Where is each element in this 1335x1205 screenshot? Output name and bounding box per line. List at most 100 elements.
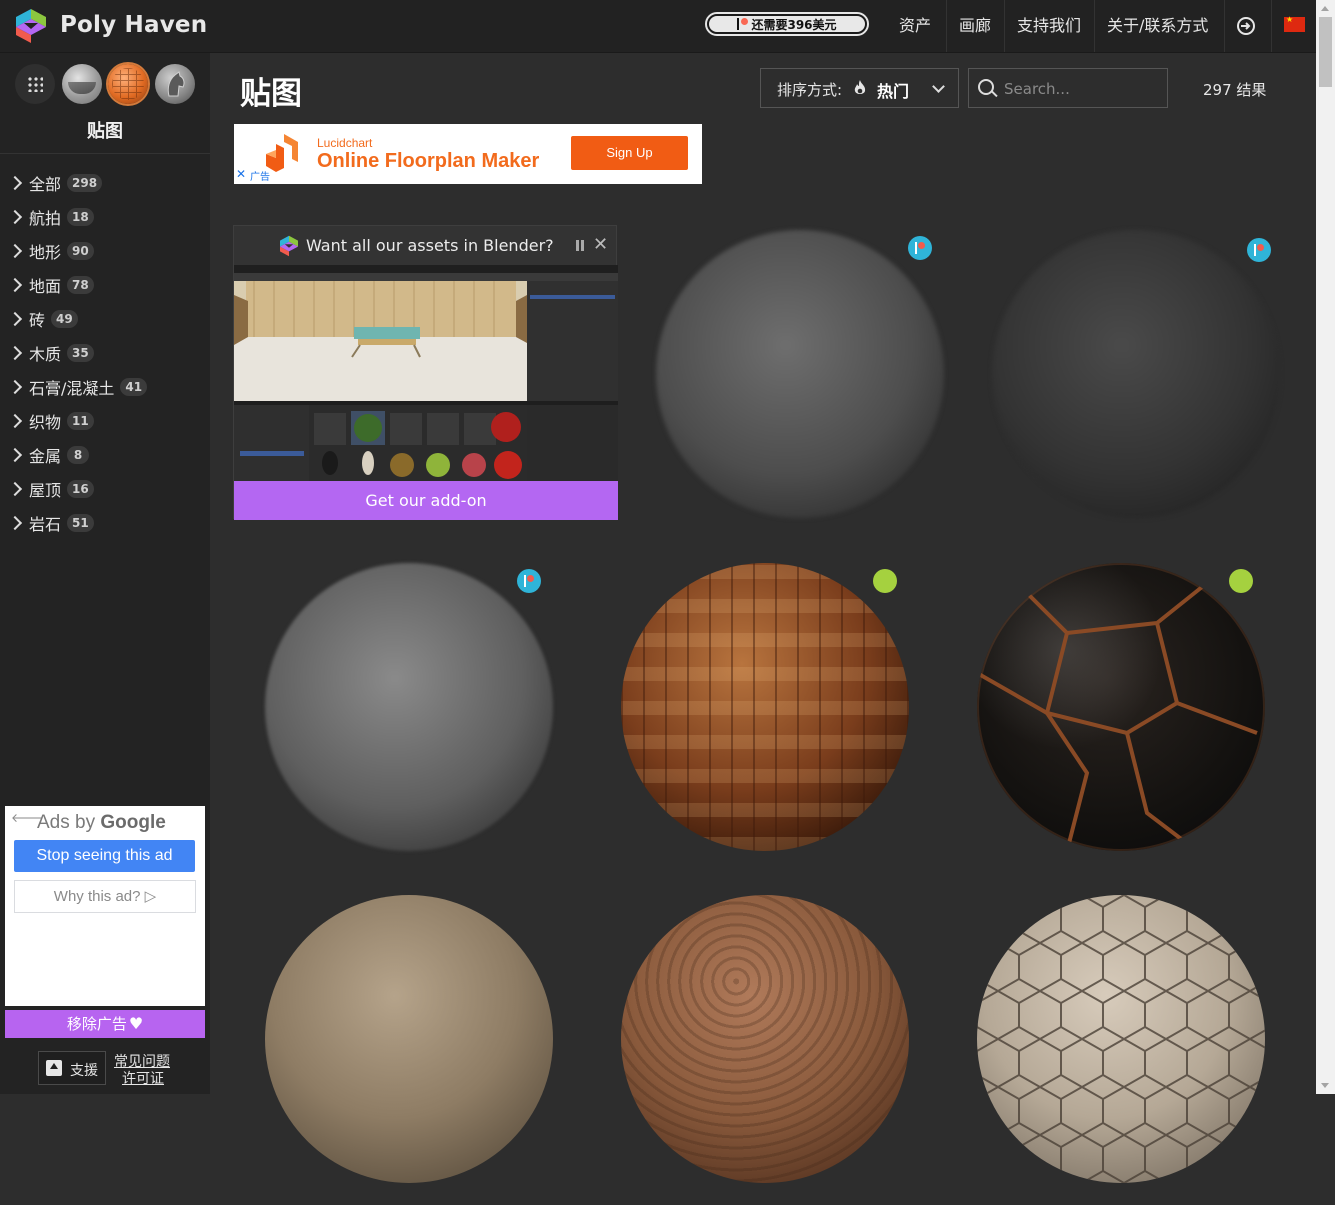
- search-icon: [978, 79, 994, 95]
- poly-haven-logo-icon[interactable]: [16, 9, 46, 43]
- category-count: 11: [67, 412, 94, 430]
- category-list: 全部 298 航拍 18 地形 90 地面 78 砖 49 木质 35 石膏/混凝土 41 织…: [0, 166, 210, 540]
- texture-sphere-image: [265, 895, 553, 1183]
- category-item-plaster-concrete[interactable]: 石膏/混凝土 41: [0, 370, 210, 404]
- search-input[interactable]: [1002, 77, 1166, 101]
- sidebar-title: 贴图: [87, 121, 123, 142]
- ad-close-icon[interactable]: ✕: [236, 167, 246, 181]
- patreon-progress-fill: 还需要396美元: [709, 16, 865, 32]
- scrollbar-thumb[interactable]: [1319, 17, 1332, 87]
- category-item-brick[interactable]: 砖 49: [0, 302, 210, 336]
- patreon-goal-text: 还需要396美元: [751, 17, 837, 32]
- upload-box-icon: [46, 1060, 62, 1076]
- license-link[interactable]: 许可证: [122, 1068, 164, 1088]
- category-item-metal[interactable]: 金属 8: [0, 438, 210, 472]
- horse-head-icon: [167, 71, 185, 97]
- page-scrollbar[interactable]: [1316, 0, 1335, 1094]
- top-bar: Poly Haven 还需要396美元 资产 画廊 支持我们 关于/联系方式: [0, 0, 1316, 53]
- category-count: 41: [120, 378, 148, 396]
- category-label: 地形: [29, 243, 62, 262]
- scroll-up-arrow-icon[interactable]: [1316, 0, 1335, 17]
- crack-pattern-image: [977, 581, 1258, 851]
- category-label: 航拍: [29, 209, 62, 228]
- chevron-right-icon: [7, 379, 23, 395]
- texture-card-blurred-rough-rock[interactable]: [245, 553, 565, 873]
- category-label: 地面: [29, 277, 62, 296]
- texture-card-wood-parquet[interactable]: [601, 553, 921, 873]
- chevron-right-icon: [7, 413, 23, 429]
- category-count: 8: [67, 446, 90, 464]
- asset-type-hdri-button[interactable]: [62, 64, 102, 104]
- nav-gallery[interactable]: 画廊: [946, 0, 1003, 52]
- flame-icon: [854, 80, 866, 94]
- asset-type-textures-button[interactable]: [108, 64, 148, 104]
- category-item-all[interactable]: 全部 298: [0, 166, 210, 200]
- asset-type-models-button[interactable]: [155, 64, 195, 104]
- scroll-down-arrow-icon[interactable]: [1316, 1077, 1335, 1094]
- search-box[interactable]: [968, 68, 1168, 108]
- sort-dropdown[interactable]: 排序方式: 热门: [760, 68, 959, 108]
- category-count: 49: [51, 310, 78, 328]
- category-item-floor[interactable]: 地面 78: [0, 268, 210, 302]
- heart-icon: ♥: [128, 1014, 144, 1033]
- stop-seeing-ad-button[interactable]: Stop seeing this ad: [14, 840, 195, 872]
- pause-icon[interactable]: [575, 240, 585, 251]
- nav-assets[interactable]: 资产: [887, 0, 943, 52]
- category-item-aerial[interactable]: 航拍 18: [0, 200, 210, 234]
- category-label: 金属: [29, 447, 62, 466]
- banner-ad-brand: Lucidchart: [317, 136, 373, 150]
- category-label: 屋顶: [29, 481, 62, 500]
- category-item-rock[interactable]: 岩石 51: [0, 506, 210, 540]
- ad-label: 广告: [250, 172, 270, 183]
- support-label: 支援: [70, 1063, 98, 1079]
- result-count: 297 结果: [1203, 81, 1267, 99]
- sign-in-icon[interactable]: [1224, 0, 1271, 52]
- texture-card-blurred-dark-concrete[interactable]: [972, 220, 1292, 540]
- chevron-right-icon: [7, 175, 23, 191]
- chevron-right-icon: [7, 345, 23, 361]
- texture-card-hexagon-paving[interactable]: [957, 885, 1277, 1205]
- texture-sphere-image: [992, 230, 1280, 518]
- texture-card-sandy-plaster[interactable]: [245, 885, 565, 1205]
- category-label: 石膏/混凝土: [29, 379, 115, 398]
- new-texture-badge-icon: [1229, 569, 1253, 593]
- why-this-ad-button[interactable]: Why this ad? ▷: [14, 880, 196, 913]
- chevron-right-icon: [7, 209, 23, 225]
- close-icon[interactable]: ✕: [593, 234, 608, 255]
- remove-ads-button[interactable]: 移除广告 ♥: [5, 1010, 205, 1038]
- poly-haven-logo-icon: [280, 235, 298, 257]
- nav-support-us[interactable]: 支持我们: [1004, 0, 1093, 52]
- lucidchart-banner-ad[interactable]: Lucidchart Online Floorplan Maker Sign U…: [234, 124, 702, 184]
- nav-about-contact[interactable]: 关于/联系方式: [1094, 0, 1220, 52]
- chevron-right-icon: [7, 277, 23, 293]
- texture-card-blurred-tiles-gray[interactable]: [636, 220, 956, 540]
- get-addon-button[interactable]: Get our add-on: [234, 481, 618, 520]
- category-count: 298: [67, 174, 103, 192]
- category-item-wood[interactable]: 木质 35: [0, 336, 210, 370]
- category-label: 岩石: [29, 515, 62, 534]
- patreon-icon: [737, 18, 749, 30]
- patreon-early-access-badge-icon: [908, 236, 932, 260]
- chevron-right-icon: [7, 515, 23, 531]
- china-flag-icon[interactable]: [1271, 0, 1317, 52]
- brand-name[interactable]: Poly Haven: [60, 12, 207, 38]
- banner-ad-signup-button[interactable]: Sign Up: [571, 136, 688, 170]
- support-button[interactable]: 支援: [38, 1051, 106, 1085]
- texture-card-dark-cracked-rock[interactable]: [957, 553, 1277, 873]
- ads-by-google-label: Ads by Google: [37, 812, 166, 834]
- category-item-fabric[interactable]: 织物 11: [0, 404, 210, 438]
- category-item-terrain[interactable]: 地形 90: [0, 234, 210, 268]
- chevron-down-icon: [932, 80, 945, 93]
- category-count: 90: [67, 242, 94, 260]
- page-title: 贴图: [240, 76, 302, 112]
- texture-card-brown-rock-face[interactable]: [601, 885, 921, 1205]
- grid-icon: [27, 76, 43, 92]
- chevron-right-icon: [7, 447, 23, 463]
- category-count: 16: [67, 480, 94, 498]
- google-ad-panel: 🡐 Ads by Google Stop seeing this ad Why …: [5, 806, 205, 1006]
- asset-type-all-button[interactable]: [15, 64, 55, 104]
- category-item-roof[interactable]: 屋顶 16: [0, 472, 210, 506]
- patreon-goal-progress[interactable]: 还需要396美元: [705, 12, 869, 36]
- ads-by-text: Ads by: [37, 812, 96, 833]
- texture-sphere-image: [265, 563, 553, 851]
